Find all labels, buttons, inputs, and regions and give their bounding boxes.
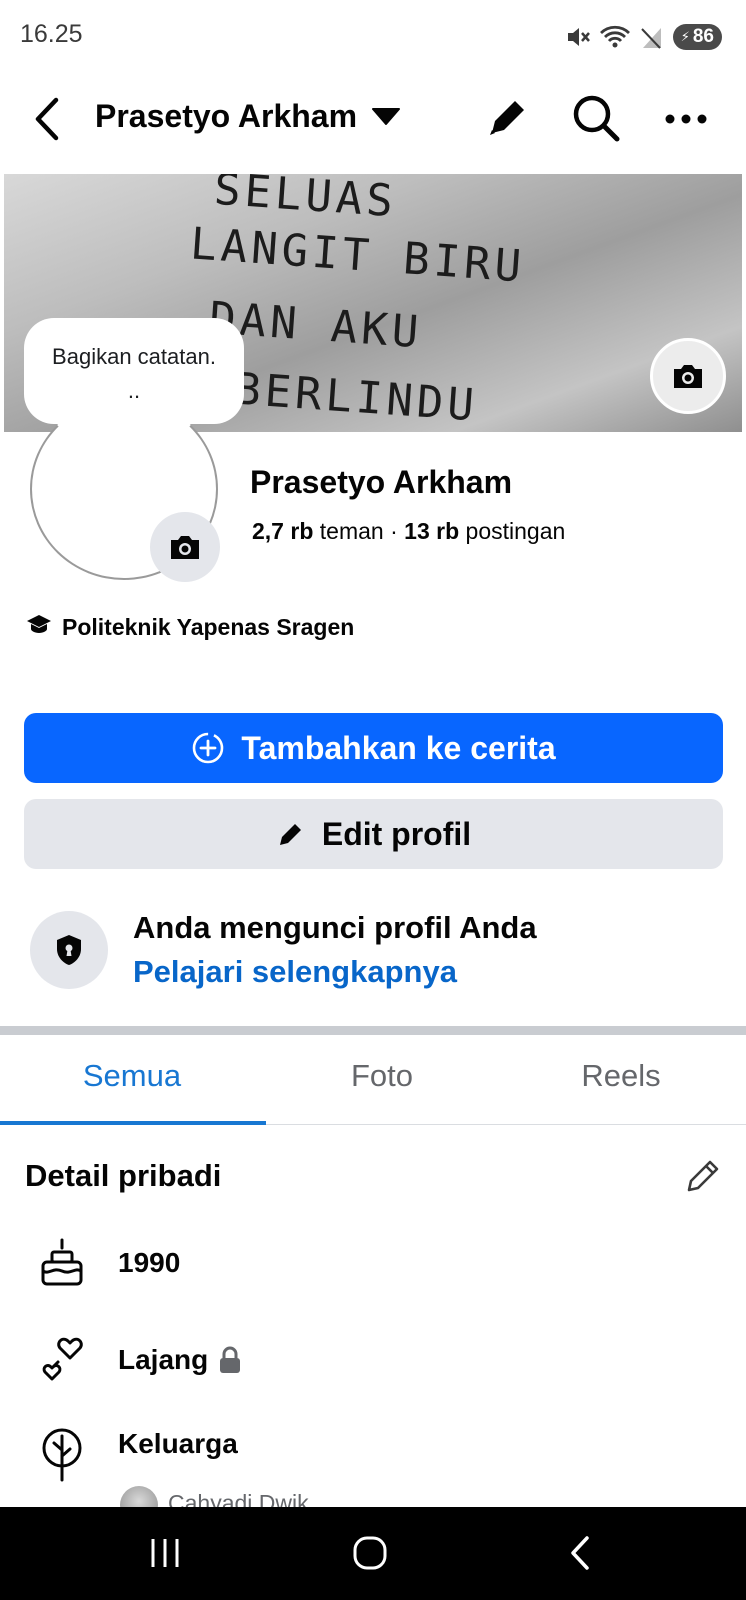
add-circle-icon [193,732,224,764]
cover-text-1: SELUAS [212,174,399,228]
more-icon [665,114,707,124]
education-icon [26,614,52,641]
hearts-icon [40,1332,88,1387]
home-button[interactable] [348,1530,392,1576]
edit-header-button[interactable] [484,93,532,146]
battery-level: 86 [692,26,714,47]
account-switcher-button[interactable] [370,104,402,133]
cover-text-2: LANGIT BIRU [188,218,527,293]
relationship-status: Lajang [118,1344,209,1375]
cover-camera-button[interactable] [650,338,726,414]
pencil-icon [490,101,524,135]
wifi-icon [599,25,630,48]
camera-icon [674,365,702,388]
system-back-icon [571,1536,589,1570]
stats-separator: · [390,518,398,544]
pencil-outline-icon [687,1160,719,1192]
learn-more-link[interactable]: Pelajari selengkapnya [133,954,457,990]
caret-down-icon [372,108,400,125]
back-button[interactable] [28,94,68,144]
status-icons: ⚡ 86 [565,22,722,52]
section-divider [0,1026,746,1035]
lock-status-title: Anda mengunci profil Anda [133,910,537,945]
profile-stats: 2,7 rb teman · 13 rb postingan [252,518,565,545]
friends-label[interactable]: teman [320,518,384,544]
add-to-story-button[interactable]: Tambahkan ke cerita [24,713,723,783]
birthday-cake-icon [40,1238,84,1293]
tab-photos[interactable]: Foto [258,1058,506,1094]
note-text: Bagikan catatan. [52,344,216,369]
education-text[interactable]: Politeknik Yapenas Sragen [62,614,354,641]
camera-icon [171,536,199,559]
family-label: Keluarga [118,1428,238,1459]
birth-year: 1990 [118,1247,181,1278]
status-time: 16.25 [20,20,83,48]
system-back-button[interactable] [560,1530,600,1576]
battery-icon: ⚡ 86 [672,24,722,50]
profile-name: Prasetyo Arkham [250,464,513,500]
tab-reels[interactable]: Reels [497,1058,745,1094]
search-icon [573,95,620,142]
mute-icon [567,28,590,46]
shield-icon [57,935,81,965]
active-tab-indicator [0,1121,266,1125]
note-dots: .. [127,378,141,403]
pencil-icon [279,824,301,845]
search-button[interactable] [571,93,621,148]
details-title: Detail pribadi [25,1158,222,1193]
recent-apps-button[interactable] [140,1530,190,1576]
edit-profile-label: Edit profil [321,815,472,852]
add-to-story-label: Tambahkan ke cerita [241,729,556,766]
posts-label: postingan [465,518,566,544]
more-button[interactable] [664,104,708,139]
recent-apps-icon [151,1539,179,1567]
edit-profile-button[interactable]: Edit profil [24,799,723,869]
avatar-camera-button[interactable] [150,512,220,582]
no-signal-icon [640,28,661,49]
lock-icon [218,1345,242,1380]
friends-count[interactable]: 2,7 rb [252,518,313,544]
share-note-bubble[interactable]: Bagikan catatan. .. [24,318,244,424]
family-tree-icon [40,1428,84,1487]
home-icon [353,1536,387,1570]
header-title[interactable]: Prasetyo Arkham [95,98,357,135]
profile-lock-badge [30,911,108,989]
tab-all[interactable]: Semua [8,1058,256,1094]
back-icon [35,97,59,141]
posts-count: 13 rb [404,518,460,544]
edit-details-button[interactable] [684,1157,722,1200]
cover-text-4: BERLINDU [232,363,480,432]
